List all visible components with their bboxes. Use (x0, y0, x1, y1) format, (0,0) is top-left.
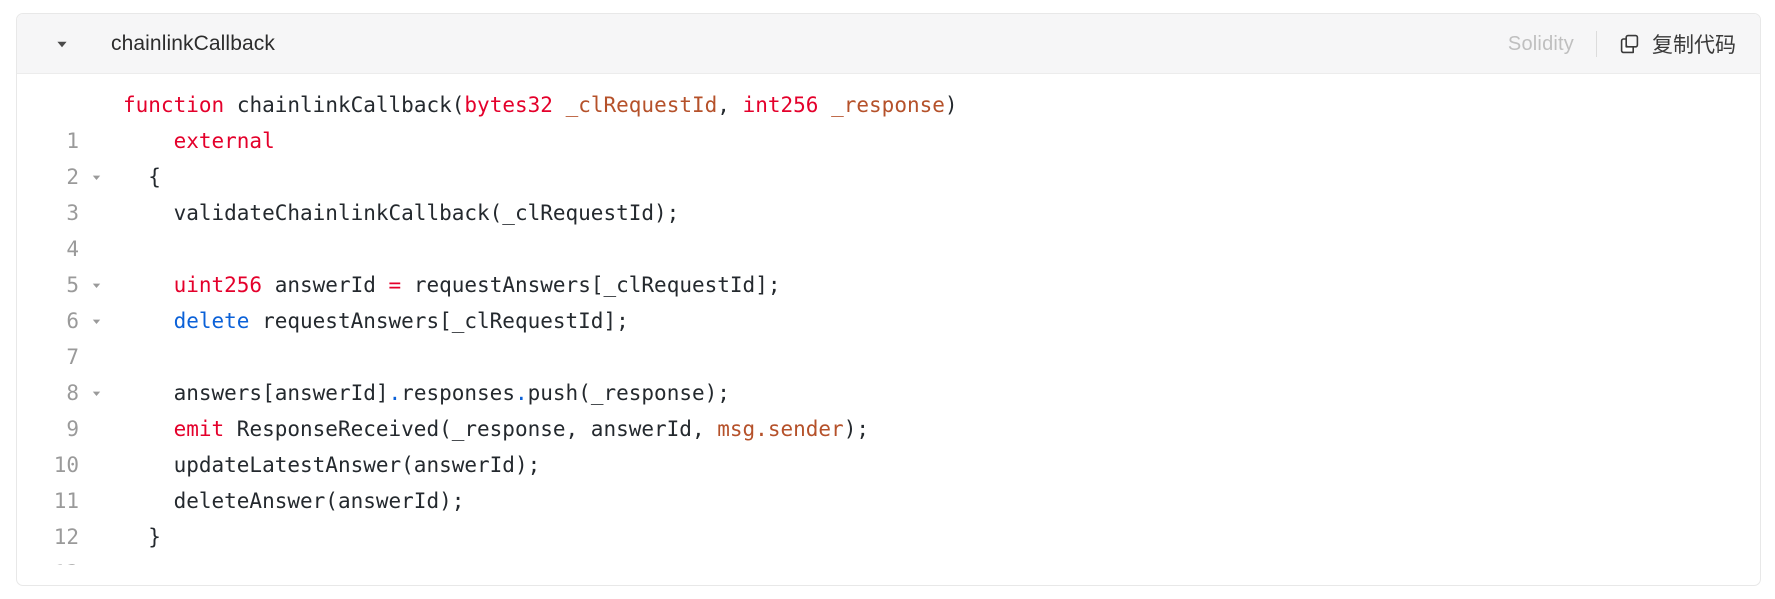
code-line: 10 emit ResponseReceived(_response, answ… (17, 411, 1760, 477)
fold-marker-icon[interactable] (89, 159, 103, 195)
token-plain: validateChainlinkCallback(_clRequestId); (173, 201, 680, 225)
token-comma: , (717, 93, 743, 117)
token-param: _clRequestId (565, 93, 718, 117)
code-block-widget: chainlinkCallback Solidity 复制代码 1 functi… (16, 13, 1761, 586)
token-param: _response (831, 93, 945, 117)
code-line-text: updateLatestAnswer(answerId); (123, 447, 541, 483)
token-type: uint256 (173, 273, 263, 297)
code-line: 6 uint256 answerId = requestAnswers[_clR… (17, 267, 1760, 333)
code-line: 4 validateChainlinkCallback(_clRequestId… (17, 195, 1760, 261)
token-type: bytes32 (464, 93, 553, 117)
code-line: 5 (17, 231, 1760, 297)
token-function-name: chainlinkCallback (236, 93, 452, 117)
fold-marker-icon[interactable] (89, 303, 103, 339)
token-plain: ); (843, 417, 869, 441)
token-type: int256 (742, 93, 819, 117)
code-line-text: deleteAnswer(answerId); (123, 483, 465, 519)
token-plain: requestAnswers[_clRequestId]; (249, 309, 629, 333)
token-plain: answerId (262, 273, 389, 297)
code-line: 9 answers[answerId].responses.push(_resp… (17, 375, 1760, 441)
code-line-text: function chainlinkCallback(bytes32 _clRe… (123, 87, 958, 123)
line-number: 13 (17, 555, 79, 565)
token-brace: { (148, 165, 161, 189)
token-keyword: function (123, 93, 225, 117)
code-block-title: chainlinkCallback (111, 31, 275, 55)
language-label: Solidity (1507, 32, 1574, 55)
copy-code-button[interactable]: 复制代码 (1619, 29, 1736, 59)
token-plain: requestAnswers[_clRequestId]; (401, 273, 781, 297)
token-plain: updateLatestAnswer(answerId); (173, 453, 541, 477)
token-keyword: external (173, 129, 275, 153)
code-block-body[interactable]: 1 function chainlinkCallback(bytes32 _cl… (17, 74, 1760, 565)
code-line: 3 { (17, 159, 1760, 225)
token-keyword: emit (173, 417, 225, 441)
chevron-down-icon[interactable] (55, 37, 69, 51)
code-line: 2 external (17, 123, 1760, 189)
token-plain: ResponseReceived(_response, answerId, (224, 417, 718, 441)
code-block-header: chainlinkCallback Solidity 复制代码 (17, 14, 1760, 74)
token-keyword: delete (173, 309, 250, 333)
copy-code-label: 复制代码 (1652, 34, 1736, 57)
token-plain: push(_response); (527, 381, 730, 405)
token-plain: deleteAnswer(answerId); (173, 489, 465, 513)
token-plain: responses (401, 381, 515, 405)
code-line-text: delete requestAnswers[_clRequestId]; (123, 303, 629, 339)
header-divider (1596, 31, 1597, 57)
copy-icon (1619, 33, 1641, 55)
token-plain: answers[answerId] (173, 381, 389, 405)
token-paren: ) (944, 93, 958, 117)
token-brace: } (148, 525, 161, 549)
code-line: 11 updateLatestAnswer(answerId); (17, 447, 1760, 513)
fold-marker-icon[interactable] (89, 267, 103, 303)
code-line-text: validateChainlinkCallback(_clRequestId); (123, 195, 680, 231)
code-line: 1 function chainlinkCallback(bytes32 _cl… (17, 87, 1760, 153)
token-paren: ( (451, 93, 465, 117)
token-builtin: msg.sender (717, 417, 844, 441)
code-line: 7 delete requestAnswers[_clRequestId]; (17, 303, 1760, 369)
code-line: 12 deleteAnswer(answerId); (17, 483, 1760, 549)
token-operator: = (388, 273, 402, 297)
code-line: 13 } (17, 519, 1760, 565)
screenshot-root: chainlinkCallback Solidity 复制代码 1 functi… (0, 0, 1775, 599)
code-line-text: answers[answerId].responses.push(_respon… (123, 375, 730, 411)
token-dot: . (388, 381, 402, 405)
token-dot: . (514, 381, 528, 405)
code-line-text: external (123, 123, 275, 159)
code-line-text: } (123, 519, 161, 555)
fold-marker-icon[interactable] (89, 375, 103, 411)
code-block-header-actions: Solidity 复制代码 (1508, 14, 1736, 74)
code-line: 8 (17, 339, 1760, 405)
code-line-text: uint256 answerId = requestAnswers[_clReq… (123, 267, 781, 303)
code-line-text: { (123, 159, 161, 195)
code-line-text: emit ResponseReceived(_response, answerI… (123, 411, 869, 447)
